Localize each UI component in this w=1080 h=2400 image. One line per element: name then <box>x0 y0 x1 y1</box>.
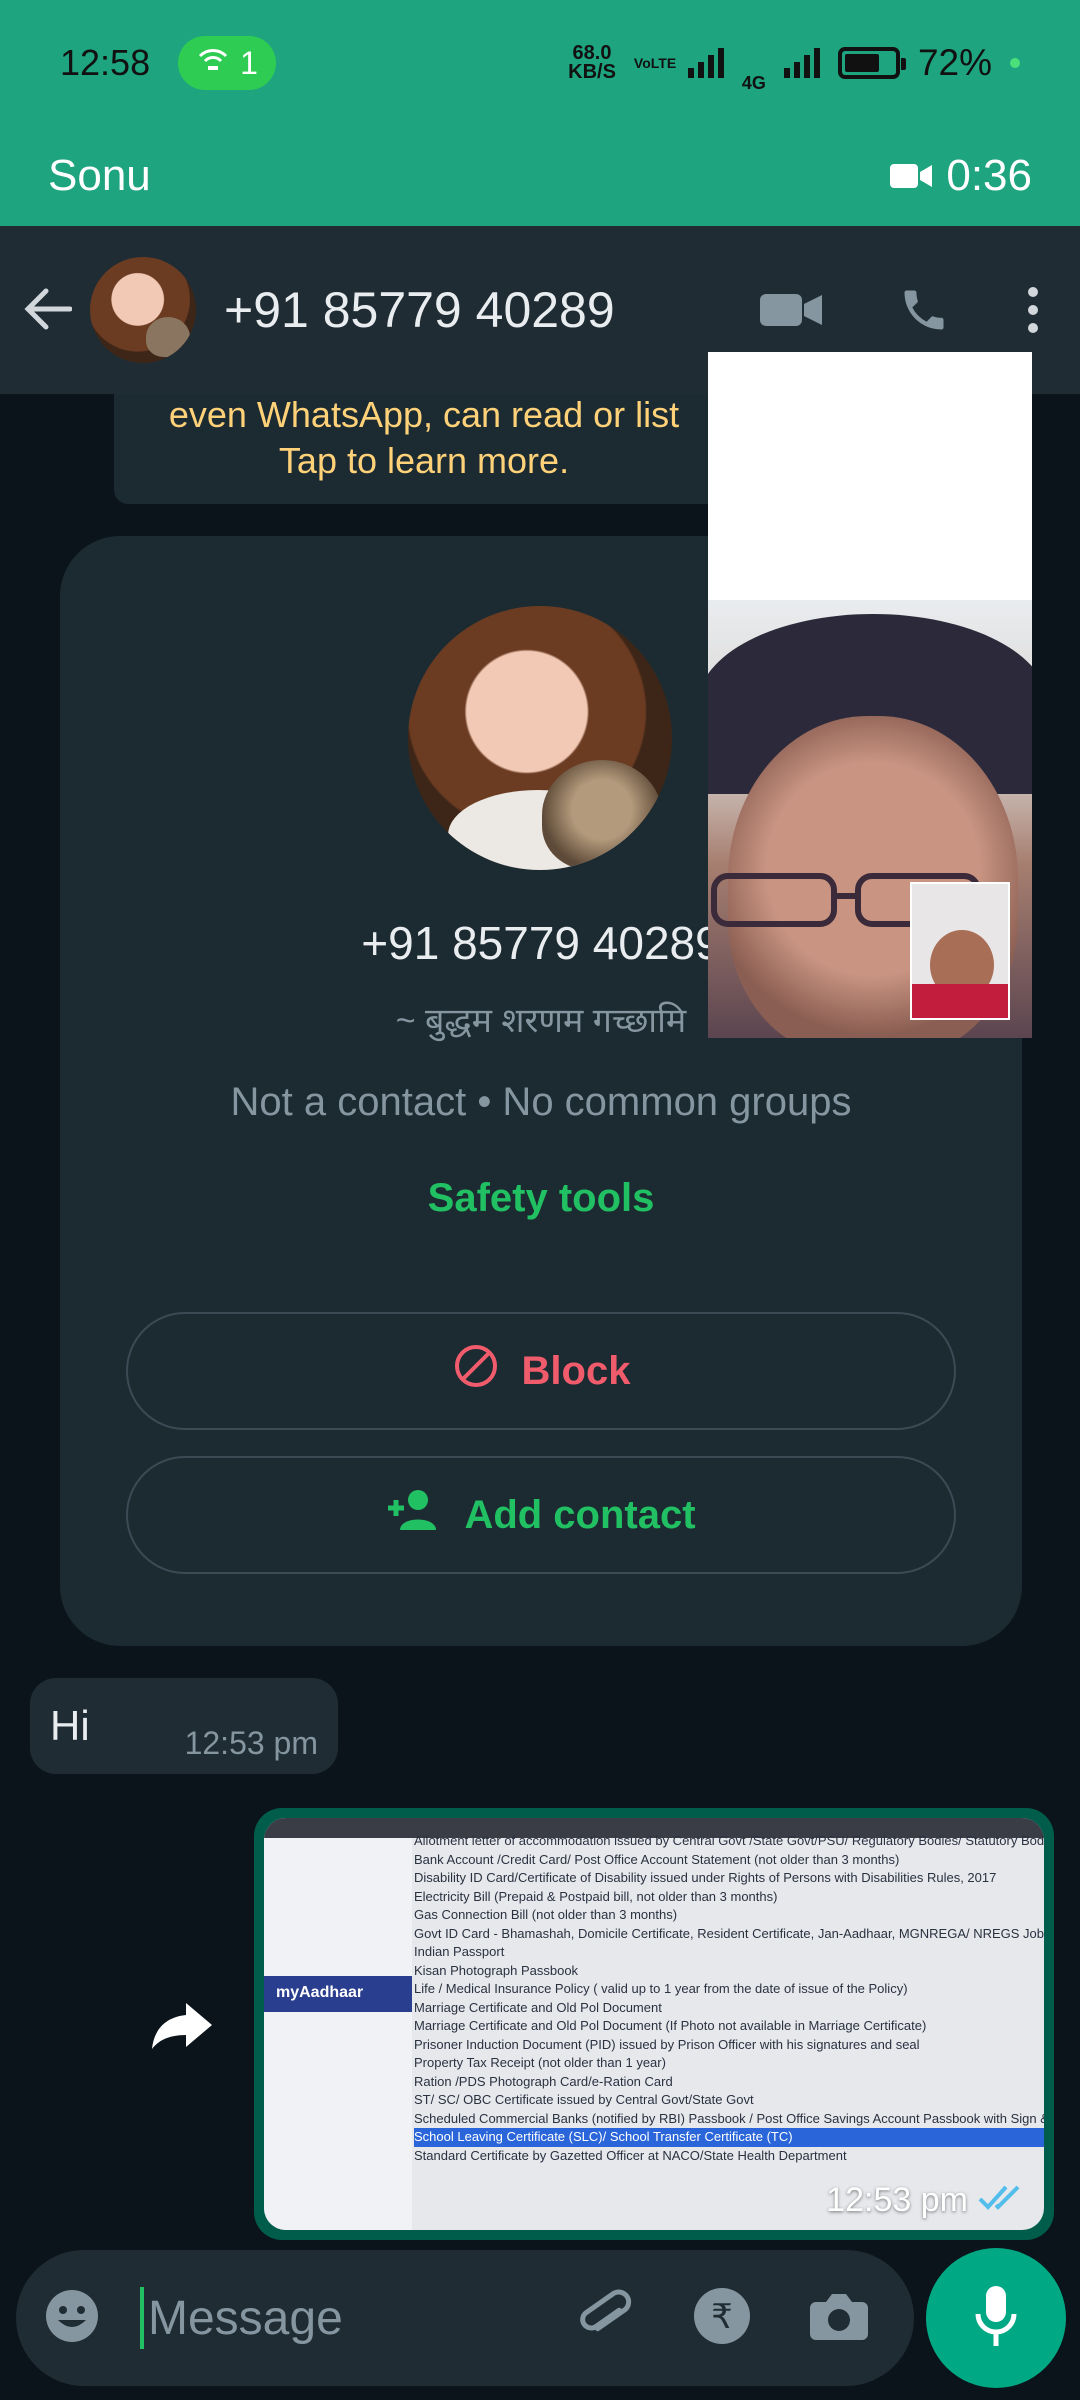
photo-list-line: Prisoner Induction Document (PID) issued… <box>414 2036 920 2052</box>
call-caller-name: Sonu <box>48 151 151 200</box>
photo-list-line: Allotment letter of accommodation issued… <box>414 1833 1044 1848</box>
self-video-thumbnail[interactable] <box>910 882 1010 1020</box>
card-contact-meta: Not a contact • No common groups <box>230 1080 852 1124</box>
back-arrow-icon[interactable] <box>22 276 82 345</box>
double-check-icon <box>978 2181 1024 2220</box>
photo-list-line: Marriage Certificate and Old Pol Documen… <box>414 1999 662 2015</box>
shared-photo[interactable]: myAadhaar Allotment letter of accommodat… <box>264 1818 1044 2230</box>
photo-list-line: Standard Certificate by Gazetted Officer… <box>414 2147 847 2163</box>
network-type: 4G <box>741 72 766 93</box>
payment-rupee-icon[interactable]: ₹ <box>692 2286 752 2351</box>
photo-list-line: Gas Connection Bill (not older than 3 mo… <box>414 1907 678 1922</box>
safety-tools-link[interactable]: Safety tools <box>60 1176 1022 1221</box>
photo-document-list: Allotment letter of accommodation issued… <box>414 1832 1044 2165</box>
status-time: 12:58 <box>60 42 151 83</box>
contact-profile-photo[interactable] <box>408 606 672 870</box>
photo-list-line: Electricity Bill (Prepaid & Postpaid bil… <box>414 1888 778 1904</box>
microphone-icon <box>972 2284 1020 2353</box>
photo-list-line: Indian Passport <box>414 1944 505 1959</box>
photo-list-line: Ration /PDS Photograph Card/e-Ration Car… <box>414 2073 673 2089</box>
contact-avatar[interactable] <box>90 257 196 363</box>
ongoing-call-banner[interactable]: Sonu 0:36 <box>0 126 1080 226</box>
attach-icon[interactable] <box>576 2286 636 2351</box>
photo-list-line: Life / Medical Insurance Policy ( valid … <box>414 1981 908 1996</box>
hotspot-indicator: 1 <box>178 36 276 90</box>
privacy-dot-icon <box>1010 58 1020 68</box>
svg-text:₹: ₹ <box>711 2297 733 2337</box>
volte-icon: VoLTE <box>633 55 677 71</box>
block-icon <box>452 1342 500 1400</box>
microphone-button[interactable] <box>926 2248 1066 2388</box>
voice-call-button[interactable] <box>898 284 950 336</box>
hotspot-icon <box>196 44 230 82</box>
signal-icon <box>687 48 724 78</box>
photo-list-line: Kisan Photograph Passbook <box>414 1962 579 1978</box>
photo-list-line: ST/ SC/ OBC Certificate issued by Centra… <box>414 2092 754 2107</box>
battery-level: 72% <box>917 42 992 83</box>
photo-list-line: Bank Account /Credit Card/ Post Office A… <box>414 1851 900 1867</box>
message-text: Hi <box>50 1702 90 1749</box>
status-bar: 12:58 1 68.0 KB/S VoLTE 4G 72% <box>0 0 1080 126</box>
photo-list-line: Scheduled Commercial Banks (notified by … <box>414 2110 1044 2126</box>
hotspot-count: 1 <box>240 44 258 81</box>
net-speed: 68.0 KB/S <box>568 42 616 83</box>
photo-list-line: Govt ID Card - Bhamashah, Domicile Certi… <box>414 1925 1044 1941</box>
photo-brand: myAadhaar <box>264 1976 412 2012</box>
emoji-icon[interactable] <box>42 2286 102 2351</box>
outgoing-image-message[interactable]: myAadhaar Allotment letter of accommodat… <box>254 1808 1054 2240</box>
contact-phone-title[interactable]: +91 85779 40289 <box>224 281 615 339</box>
message-input-bar: Message ₹ <box>16 2250 914 2386</box>
photo-list-line: Disability ID Card/Certificate of Disabi… <box>414 1870 997 1885</box>
add-contact-button[interactable]: Add contact <box>126 1456 956 1574</box>
incoming-message[interactable]: Hi 12:53 pm <box>30 1678 338 1774</box>
block-label: Block <box>521 1348 631 1393</box>
message-input[interactable]: Message <box>140 2287 343 2349</box>
signal-icon-2 <box>783 48 820 78</box>
photo-list-line: Property Tax Receipt (not older than 1 y… <box>414 2055 666 2070</box>
video-call-icon <box>890 151 933 201</box>
photo-timestamp: 12:53 pm <box>826 2181 1024 2220</box>
photo-list-line: Marriage Certificate and Old Pol Documen… <box>414 2018 927 2033</box>
battery-icon <box>837 47 906 79</box>
more-options-icon[interactable] <box>1026 286 1040 334</box>
add-contact-label: Add contact <box>464 1492 696 1537</box>
message-time: 12:53 pm <box>184 1725 318 1761</box>
camera-icon[interactable] <box>808 2290 870 2347</box>
photo-list-line: School Leaving Certificate (SLC)/ School… <box>414 2128 1044 2147</box>
video-call-button[interactable] <box>760 290 822 330</box>
encryption-notice[interactable]: even WhatsApp, can read or list Tap to l… <box>114 394 734 504</box>
video-call-preview[interactable] <box>708 352 1032 1038</box>
block-button[interactable]: Block <box>126 1312 956 1430</box>
forward-icon[interactable] <box>150 1994 214 2058</box>
call-duration: 0:36 <box>946 151 1032 200</box>
add-person-icon <box>386 1488 442 1542</box>
